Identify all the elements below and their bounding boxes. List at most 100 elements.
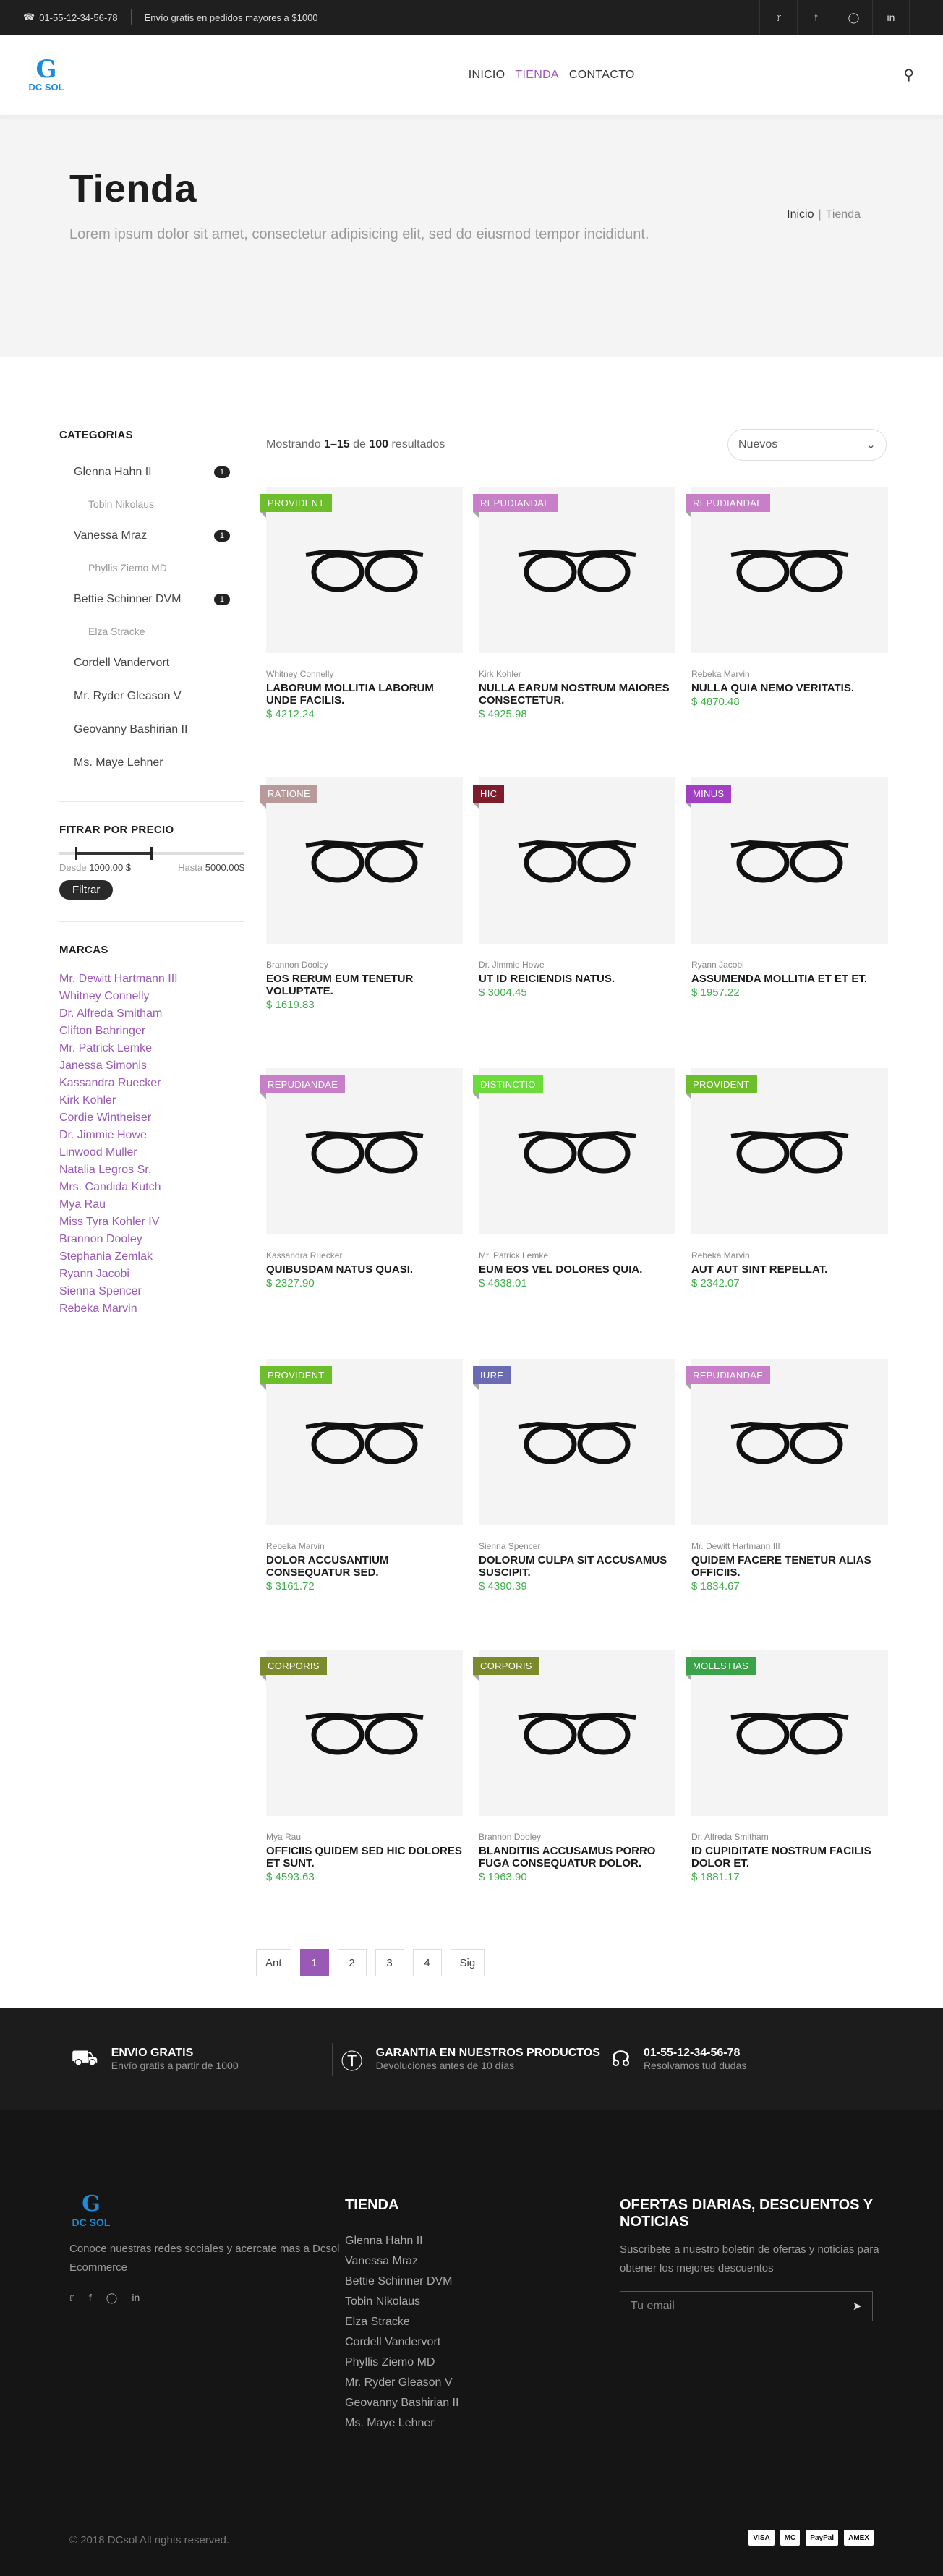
product-image[interactable]: PROVIDENT (686, 1068, 888, 1234)
send-icon[interactable]: ➤ (853, 2299, 862, 2313)
facebook-icon[interactable]: f (89, 2292, 92, 2304)
brand-link[interactable]: Janessa Simonis (59, 1057, 244, 1075)
linkedin-icon[interactable]: in (132, 2292, 140, 2304)
product-title[interactable]: Id cupiditate nostrum facilis dolor et. (691, 1845, 888, 1869)
footer-shop-link[interactable]: Phyllis Ziemo MD (345, 2353, 458, 2373)
footer-logo[interactable]: G DC SOL (69, 2191, 113, 2228)
category-item[interactable]: Geovanny Bashirian II (74, 713, 244, 746)
footer-shop-link[interactable]: Ms. Maye Lehner (345, 2413, 458, 2434)
product-image[interactable]: RATIONE (260, 777, 463, 944)
logo[interactable]: G DC SOL (23, 57, 69, 93)
product-title[interactable]: Ut id reiciendis natus. (479, 973, 675, 985)
footer-shop-link[interactable]: Elza Stracke (345, 2312, 458, 2332)
product-image[interactable]: REPUDIANDAE (260, 1068, 463, 1234)
nav-tienda[interactable]: TIENDA (515, 69, 558, 82)
product-title[interactable]: Nulla quia nemo veritatis. (691, 682, 888, 694)
linkedin-icon[interactable]: in (872, 0, 910, 35)
brand-link[interactable]: Miss Tyra Kohler IV (59, 1214, 244, 1231)
product-image[interactable]: REPUDIANDAE (473, 487, 675, 653)
product-title[interactable]: Dolorum culpa sit accusamus suscipit. (479, 1554, 675, 1579)
product-image[interactable]: HIC (473, 777, 675, 944)
email-field[interactable]: Tu email ➤ (620, 2291, 873, 2321)
product-title[interactable]: Aut aut sint repellat. (691, 1263, 888, 1276)
product-image[interactable]: MINUS (686, 777, 888, 944)
product-title[interactable]: Laborum mollitia laborum unde facilis. (266, 682, 463, 707)
brand-link[interactable]: Stephania Zemlak (59, 1248, 244, 1266)
facebook-icon[interactable]: f (797, 0, 835, 35)
page-button[interactable]: Ant (256, 1949, 291, 1976)
brand-link[interactable]: Rebeka Marvin (59, 1300, 244, 1318)
product-title[interactable]: Assumenda mollitia et et et. (691, 973, 888, 985)
product-card[interactable]: REPUDIANDAE Kassandra Ruecker Quibusdam na… (260, 1068, 463, 1359)
twitter-icon[interactable]: 𝕣 (69, 2292, 74, 2304)
brand-link[interactable]: Whitney Connelly (59, 988, 244, 1005)
page-button[interactable]: 3 (375, 1949, 404, 1976)
product-image[interactable]: REPUDIANDAE (686, 487, 888, 653)
brand-link[interactable]: Mr. Dewitt Hartmann III (59, 971, 244, 988)
footer-shop-link[interactable]: Geovanny Bashirian II (345, 2393, 458, 2413)
product-title[interactable]: Eos rerum eum tenetur voluptate. (266, 973, 463, 997)
sort-select[interactable]: Nuevos ⌄ (727, 429, 887, 461)
twitter-icon[interactable]: 𝕣 (759, 0, 797, 35)
brand-link[interactable]: Brannon Dooley (59, 1231, 244, 1248)
product-card[interactable]: REPUDIANDAE Mr. Dewitt Hartmann III Quidem… (686, 1359, 888, 1650)
product-card[interactable]: CORPORIS Brannon Dooley Blanditiis accusam… (473, 1650, 675, 1940)
category-item[interactable]: Phyllis Ziemo MD (88, 553, 244, 583)
page-button[interactable]: 4 (412, 1949, 442, 1976)
product-title[interactable]: Quibusdam natus quasi. (266, 1263, 463, 1276)
footer-shop-link[interactable]: Tobin Nikolaus (345, 2292, 458, 2312)
page-button[interactable]: 1 (299, 1949, 329, 1976)
product-card[interactable]: MOLESTIAS Dr. Alfreda Smitham Id cupiditat… (686, 1650, 888, 1940)
product-image[interactable]: CORPORIS (473, 1650, 675, 1816)
breadcrumb-home[interactable]: Inicio (787, 208, 814, 221)
price-slider-max-handle[interactable] (150, 847, 153, 860)
search-icon[interactable]: ⚲ (903, 66, 914, 84)
instagram-icon[interactable]: ◯ (835, 0, 872, 35)
brand-link[interactable]: Ryann Jacobi (59, 1266, 244, 1283)
product-card[interactable]: PROVIDENT Whitney Connelly Laborum molliti… (260, 487, 463, 777)
product-image[interactable]: REPUDIANDAE (686, 1359, 888, 1525)
product-image[interactable]: PROVIDENT (260, 487, 463, 653)
category-item[interactable]: Ms. Maye Lehner (74, 746, 244, 780)
product-title[interactable]: Officiis quidem sed hic dolores et sunt. (266, 1845, 463, 1869)
footer-shop-link[interactable]: Glenna Hahn II (345, 2231, 458, 2251)
product-card[interactable]: MINUS Ryann Jacobi Assumenda mollitia et e… (686, 777, 888, 1068)
category-item[interactable]: Elza Stracke (88, 616, 244, 647)
product-card[interactable]: REPUDIANDAE Rebeka Marvin Nulla quia nemo … (686, 487, 888, 777)
brand-link[interactable]: Clifton Bahringer (59, 1023, 244, 1040)
brand-link[interactable]: Mr. Patrick Lemke (59, 1040, 244, 1057)
brand-link[interactable]: Mrs. Candida Kutch (59, 1179, 244, 1196)
brand-link[interactable]: Sienna Spencer (59, 1283, 244, 1300)
category-item[interactable]: Vanessa Mraz 1 (74, 519, 244, 553)
footer-shop-link[interactable]: Cordell Vandervort (345, 2332, 458, 2353)
category-item[interactable]: Cordell Vandervort (74, 647, 244, 680)
category-item[interactable]: Glenna Hahn II 1 (74, 456, 244, 489)
product-card[interactable]: HIC Dr. Jimmie Howe Ut id reiciendis natus… (473, 777, 675, 1068)
product-card[interactable]: RATIONE Brannon Dooley Eos rerum eum tenet… (260, 777, 463, 1068)
instagram-icon[interactable]: ◯ (106, 2292, 118, 2304)
category-item[interactable]: Tobin Nikolaus (88, 489, 244, 519)
product-card[interactable]: IURE Sienna Spencer Dolorum culpa sit accu… (473, 1359, 675, 1650)
product-title[interactable]: Blanditiis accusamus porro fuga consequa… (479, 1845, 675, 1869)
brand-link[interactable]: Linwood Muller (59, 1144, 244, 1161)
product-image[interactable]: DISTINCTIO (473, 1068, 675, 1234)
product-card[interactable]: PROVIDENT Rebeka Marvin Aut aut sint repel… (686, 1068, 888, 1359)
brand-link[interactable]: Dr. Alfreda Smitham (59, 1005, 244, 1023)
brand-link[interactable]: Natalia Legros Sr. (59, 1161, 244, 1179)
footer-shop-link[interactable]: Bettie Schinner DVM (345, 2272, 458, 2292)
page-button[interactable]: Sig (450, 1949, 485, 1976)
product-image[interactable]: MOLESTIAS (686, 1650, 888, 1816)
product-image[interactable]: CORPORIS (260, 1650, 463, 1816)
product-image[interactable]: IURE (473, 1359, 675, 1525)
brand-link[interactable]: Kassandra Ruecker (59, 1075, 244, 1092)
product-card[interactable]: PROVIDENT Rebeka Marvin Dolor accusantium … (260, 1359, 463, 1650)
brand-link[interactable]: Mya Rau (59, 1196, 244, 1214)
filter-button[interactable]: Filtrar (59, 880, 114, 900)
product-card[interactable]: DISTINCTIO Mr. Patrick Lemke Eum eos vel d… (473, 1068, 675, 1359)
brand-link[interactable]: Dr. Jimmie Howe (59, 1127, 244, 1144)
product-title[interactable]: Eum eos vel dolores quia. (479, 1263, 675, 1276)
product-card[interactable]: REPUDIANDAE Kirk Kohler Nulla earum nostru… (473, 487, 675, 777)
footer-shop-link[interactable]: Vanessa Mraz (345, 2251, 458, 2272)
price-slider[interactable] (59, 847, 244, 860)
product-card[interactable]: CORPORIS Mya Rau Officiis quidem sed hic d… (260, 1650, 463, 1940)
